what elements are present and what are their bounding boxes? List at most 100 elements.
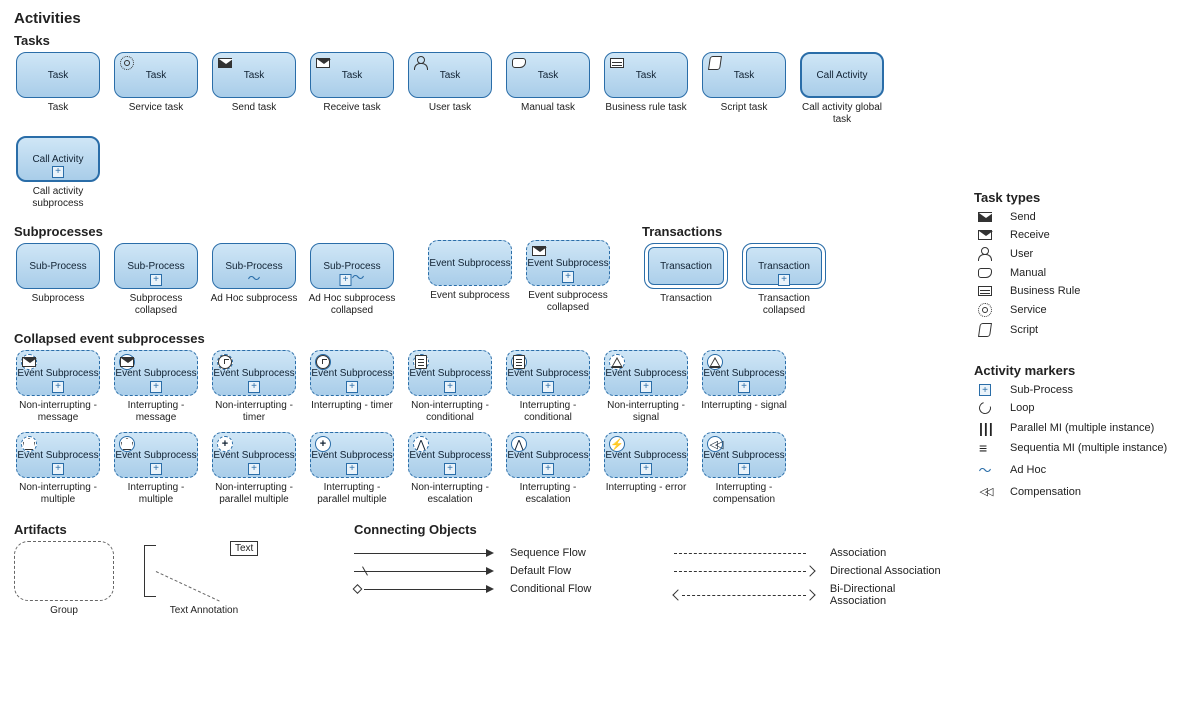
shape-cell: Event Subprocess+ Non-interrupting - sig… [602, 350, 690, 424]
plus-icon: + [315, 436, 331, 452]
shape-cell: Event Subprocess+ Non-interrupting - mul… [14, 432, 102, 506]
shape-caption: Service task [129, 102, 183, 124]
bpmn-shape: Transaction+ [742, 243, 826, 289]
shape-caption: Task [48, 102, 69, 124]
shape-caption: Non-interrupting - signal [602, 400, 690, 424]
shape-caption: Interrupting - conditional [504, 400, 592, 424]
marker-plus: + [52, 381, 64, 393]
group-shape [14, 541, 114, 601]
bpmn-shape: Call Activity [800, 52, 884, 98]
seq-icon: ≡ [974, 447, 996, 450]
shape-cell: Event Subprocess+ Interrupting - signal [700, 350, 788, 424]
legend-row: 〜 Ad Hoc [974, 460, 1178, 479]
legend-row: + Sub-Process [974, 384, 1178, 396]
marker-plus: + [562, 271, 574, 283]
marker-plus: + [640, 463, 652, 475]
bpmn-shape: Event Subprocess+ [408, 350, 492, 396]
marker-plus: + [248, 463, 260, 475]
rewind-icon: ◁◁ [707, 436, 723, 452]
bpmn-shape: Task [310, 52, 394, 98]
shape-cell: Task Script task [700, 52, 788, 126]
bpmn-shape: Task [702, 52, 786, 98]
legend-row: Send [974, 211, 1178, 223]
pent-icon [119, 436, 135, 452]
shape-cell: Sub-Process+ Subprocess collapsed [112, 243, 200, 317]
legend-label: Compensation [1010, 486, 1081, 498]
shape-caption: Interrupting - error [606, 482, 687, 504]
transactions-row: Transaction Transaction Transaction+ Tra… [642, 243, 828, 317]
marker-plus: + [150, 463, 162, 475]
shape-caption: User task [429, 102, 471, 124]
marker-plus: + [738, 463, 750, 475]
legend-row: Script [974, 323, 1178, 337]
env-icon [21, 354, 37, 370]
clock-icon [315, 354, 331, 370]
task-types-header: Task types [974, 190, 1178, 205]
marker-plus: + [150, 381, 162, 393]
shape-label: Event Subprocess [527, 258, 608, 269]
user-icon [974, 247, 996, 261]
bpmn-shape: Event Subprocess+ [702, 350, 786, 396]
env-icon [119, 354, 135, 370]
shape-label: Task [636, 70, 657, 81]
shape-caption: Transaction collapsed [740, 293, 828, 317]
legend-row: Receive [974, 229, 1178, 241]
shape-label: Sub-Process [29, 261, 86, 272]
shape-caption: Business rule task [605, 102, 686, 124]
shape-cell: Event Subprocess+ Non-interrupting - tim… [210, 350, 298, 424]
esc-icon: ⋀ [511, 436, 527, 452]
shape-label: Transaction [758, 261, 810, 272]
connector-row: Bi-Directional Association [674, 583, 954, 607]
shape-label: Call Activity [816, 70, 867, 81]
shape-cell: Task Manual task [504, 52, 592, 126]
shape-label: Task [342, 70, 363, 81]
marker-plus: + [444, 463, 456, 475]
shape-cell: Transaction Transaction [642, 243, 730, 317]
bpmn-shape: ⋀Event Subprocess+ [408, 432, 492, 478]
legend-row: Manual [974, 267, 1178, 279]
legend-label: Sub-Process [1010, 384, 1073, 396]
shape-caption: Non-interrupting - timer [210, 400, 298, 424]
clock-icon [217, 354, 233, 370]
marker-plus: + [542, 381, 554, 393]
user-icon [413, 56, 429, 70]
legend-label: Parallel MI (multiple instance) [1010, 422, 1154, 434]
marker-plus: + [52, 463, 64, 475]
bpmn-shape: Event Subprocess+ [16, 350, 100, 396]
bpmn-shape: Event Subprocess+ [604, 350, 688, 396]
connector-row: Default Flow [354, 565, 634, 577]
marker-tilde: 〜 [247, 272, 260, 286]
rule-icon [609, 56, 625, 70]
shape-cell: Event Subprocess+ Interrupting - timer [308, 350, 396, 424]
shape-caption: Receive task [323, 102, 380, 124]
bpmn-shape: Task [114, 52, 198, 98]
collapsed-header: Collapsed event subprocesses [14, 331, 954, 346]
shape-cell: Event Subprocess Event subprocess [426, 240, 514, 314]
plus-icon: + [217, 436, 233, 452]
group-caption: Group [50, 605, 78, 627]
bpmn-shape: ⚡Event Subprocess+ [604, 432, 688, 478]
hand-icon [974, 268, 996, 278]
tasks-header: Tasks [14, 33, 954, 48]
shape-cell: Sub-Process+〜 Ad Hoc subprocess collapse… [308, 243, 396, 317]
tasks-row: Task Task Task Service task Task Send ta… [14, 52, 954, 210]
shape-caption: Interrupting - signal [701, 400, 787, 422]
bpmn-shape: Sub-Process+〜 [310, 243, 394, 289]
shape-cell: Event Subprocess + Event subprocess colla… [524, 240, 612, 314]
pent-icon [21, 436, 37, 452]
bpmn-shape: Event Subprocess+ [114, 350, 198, 396]
shape-caption: Event subprocess collapsed [524, 290, 612, 314]
legend-label: User [1010, 248, 1033, 260]
loop-icon [974, 402, 996, 414]
legend-label: Loop [1010, 402, 1034, 414]
bpmn-shape: +Event Subprocess+ [212, 432, 296, 478]
connector-label: Bi-Directional Association [830, 583, 954, 607]
hand-icon [511, 56, 527, 70]
tilde-icon: 〜 [974, 460, 996, 479]
marker-plus-tilde: +〜 [339, 271, 364, 286]
shape-cell: +Event Subprocess+ Interrupting - parall… [308, 432, 396, 506]
shape-caption: Ad Hoc subprocess [211, 293, 298, 315]
marker-plus: + [738, 381, 750, 393]
connector-row: Sequence Flow [354, 547, 634, 559]
bpmn-shape: +Event Subprocess+ [310, 432, 394, 478]
